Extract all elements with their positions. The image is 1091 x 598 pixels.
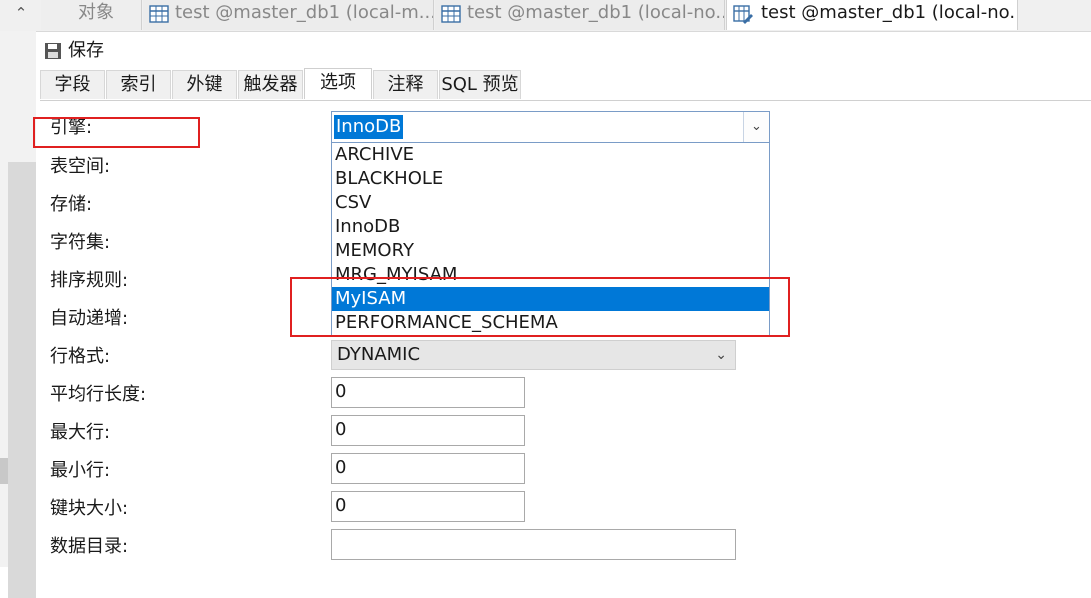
min-rows-input[interactable]: 0 — [331, 453, 525, 484]
tab-objects[interactable]: 对象 — [41, 0, 142, 30]
tab-fields[interactable]: 字段 — [40, 70, 105, 99]
splitter-handle[interactable] — [0, 458, 8, 484]
collapse-icon[interactable]: ⌃ — [10, 2, 32, 24]
tab-label: test @master_db1 (local-m... — [175, 2, 434, 23]
tablespace-label: 表空间: — [50, 156, 111, 177]
engine-option-blackhole[interactable]: BLACKHOLE — [332, 167, 769, 191]
row-format-select[interactable]: DYNAMIC ⌄ — [331, 340, 736, 370]
storage-label: 存储: — [50, 194, 93, 215]
engine-option-memory[interactable]: MEMORY — [332, 239, 769, 263]
tab-label: 索引 — [120, 74, 157, 95]
avg-row-length-input[interactable]: 0 — [331, 377, 525, 408]
row-format-label: 行格式: — [50, 346, 111, 367]
chevron-down-icon: ⌄ — [715, 347, 727, 363]
tab-label: 注释 — [387, 74, 424, 95]
tab-label: 字段 — [54, 74, 91, 95]
avg-row-length-label: 平均行长度: — [50, 384, 147, 405]
collation-label: 排序规则: — [50, 270, 129, 291]
annotation-box-engine — [33, 117, 200, 148]
left-panel-scroll[interactable] — [8, 162, 36, 598]
engine-value: InnoDB — [334, 115, 404, 139]
min-rows-label: 最小行: — [50, 460, 111, 481]
left-panel-edge — [0, 31, 36, 598]
tab-comments[interactable]: 注释 — [373, 70, 438, 99]
engine-option-csv[interactable]: CSV — [332, 191, 769, 215]
save-icon — [45, 43, 61, 59]
save-button[interactable]: 保存 — [44, 39, 104, 63]
table-icon — [441, 5, 461, 23]
tab-triggers[interactable]: 触发器 — [238, 70, 303, 99]
tab-label: 对象 — [78, 2, 114, 23]
save-label: 保存 — [68, 40, 104, 61]
tab-options[interactable]: 选项 — [304, 68, 372, 99]
tab-label: SQL 预览 — [441, 74, 519, 95]
max-rows-input[interactable]: 0 — [331, 415, 525, 446]
tab-label: test @master_db1 (local-no... — [467, 2, 725, 23]
key-block-size-label: 键块大小: — [50, 498, 129, 519]
engine-select[interactable]: InnoDB ⌄ — [331, 111, 770, 143]
tab-indexes[interactable]: 索引 — [106, 70, 171, 99]
auto-increment-label: 自动递增: — [50, 308, 129, 329]
key-block-size-input[interactable]: 0 — [331, 491, 525, 522]
max-rows-label: 最大行: — [50, 422, 111, 443]
engine-option-innodb[interactable]: InnoDB — [332, 215, 769, 239]
tab-table-1[interactable]: test @master_db1 (local-m... — [143, 0, 434, 30]
table-edit-icon — [733, 5, 753, 24]
data-directory-input[interactable] — [331, 529, 736, 560]
annotation-box-myisam — [290, 277, 790, 337]
tab-label: 外键 — [186, 74, 223, 95]
tab-label: 选项 — [320, 72, 356, 93]
tab-foreign-keys[interactable]: 外键 — [172, 70, 237, 99]
charset-label: 字符集: — [50, 232, 111, 253]
tab-table-active[interactable]: test @master_db1 (local-no... — [726, 0, 1018, 30]
data-directory-label: 数据目录: — [50, 536, 129, 557]
tab-label: 触发器 — [243, 74, 298, 95]
engine-option-archive[interactable]: ARCHIVE — [332, 143, 769, 167]
table-icon — [149, 5, 169, 23]
editor-tab-bar: ⌃ 对象 test @master_db1 (local-m... test @… — [0, 0, 1091, 32]
tab-label: test @master_db1 (local-no... — [761, 2, 1018, 23]
tab-table-2[interactable]: test @master_db1 (local-no... — [435, 0, 725, 30]
row-format-value: DYNAMIC — [337, 344, 421, 365]
options-tab-strip: 字段 索引 外键 触发器 选项 注释 SQL 预览 — [40, 68, 1091, 101]
tab-sql-preview[interactable]: SQL 预览 — [439, 70, 521, 99]
chevron-down-icon[interactable]: ⌄ — [743, 112, 769, 142]
